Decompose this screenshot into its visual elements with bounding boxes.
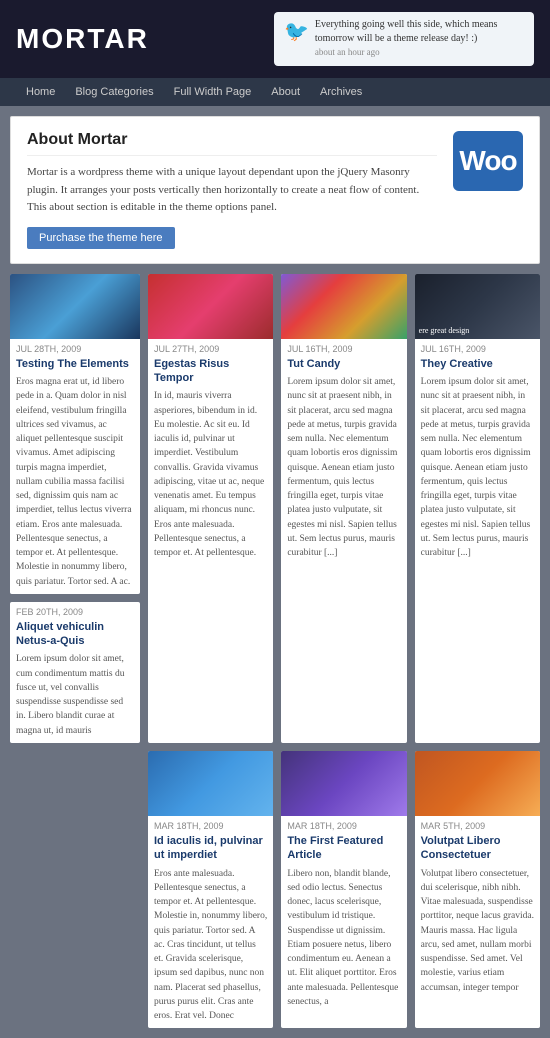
post-excerpt: Lorem ipsum dolor sit amet, nunc sit at … <box>421 375 534 560</box>
post-content: MAR 5TH, 2009 Volutpat Libero Consectetu… <box>415 816 540 1000</box>
post-content: JUL 27TH, 2009 Egestas Risus Tempor In i… <box>148 339 273 566</box>
nav-blog-categories[interactable]: Blog Categories <box>65 78 163 106</box>
post-content: MAR 18TH, 2009 Id iaculis id, pulvinar u… <box>148 816 273 1028</box>
post-thumbnail <box>415 751 540 816</box>
post-title[interactable]: The First Featured Article <box>287 834 400 863</box>
nav-home[interactable]: Home <box>16 78 65 106</box>
post-date: MAR 18TH, 2009 <box>154 821 267 831</box>
post-excerpt: Libero non, blandit blande, sed odio lec… <box>287 867 400 1010</box>
post-content: JUL 16TH, 2009 Tut Candy Lorem ipsum dol… <box>281 339 406 566</box>
post-date: FEB 20TH, 2009 <box>16 607 134 617</box>
post-card: MAR 5TH, 2009 Volutpat Libero Consectetu… <box>415 751 540 1028</box>
post-excerpt: Volutpat libero consectetuer, dui sceler… <box>421 867 534 995</box>
nav-full-width[interactable]: Full Width Page <box>164 78 262 106</box>
woo-badge: Woo <box>453 131 523 191</box>
site-title[interactable]: MORTAR <box>16 23 149 55</box>
post-title[interactable]: They Creative <box>421 357 534 371</box>
post-card: MAR 18TH, 2009 Id iaculis id, pulvinar u… <box>148 751 273 1028</box>
post-content: JUL 28TH, 2009 Testing The Elements Eros… <box>10 339 140 594</box>
post-thumbnail <box>415 274 540 339</box>
post-excerpt: Lorem ipsum dolor sit amet, cum condimen… <box>16 652 134 738</box>
post-thumbnail <box>281 751 406 816</box>
main-nav: Home Blog Categories Full Width Page Abo… <box>0 78 550 106</box>
post-title[interactable]: Testing The Elements <box>16 357 134 371</box>
post-card: FEB 20TH, 2009 Aliquet vehiculin Netus-a… <box>10 602 140 743</box>
post-date: MAR 18TH, 2009 <box>287 821 400 831</box>
post-card: JUL 27TH, 2009 Egestas Risus Tempor In i… <box>148 274 273 743</box>
nav-archives[interactable]: Archives <box>310 78 372 106</box>
post-content: JUL 16TH, 2009 They Creative Lorem ipsum… <box>415 339 540 566</box>
tweet-time: about an hour ago <box>315 47 380 57</box>
post-thumbnail <box>148 274 273 339</box>
post-thumbnail <box>10 274 140 339</box>
twitter-icon: 🐦 <box>284 18 309 46</box>
post-date: JUL 27TH, 2009 <box>154 344 267 354</box>
post-excerpt: In id, mauris viverra asperiores, bibend… <box>154 389 267 560</box>
post-date: JUL 16TH, 2009 <box>287 344 400 354</box>
posts-row-1: JUL 28TH, 2009 Testing The Elements Eros… <box>10 274 540 743</box>
about-text: Mortar is a wordpress theme with a uniqu… <box>27 164 437 217</box>
post-date: JUL 28TH, 2009 <box>16 344 134 354</box>
post-title[interactable]: Volutpat Libero Consectetuer <box>421 834 534 863</box>
woo-label: Woo <box>459 145 516 177</box>
tweet-box: 🐦 Everything going well this side, which… <box>274 12 534 66</box>
site-header: MORTAR 🐦 Everything going well this side… <box>0 0 550 78</box>
post-thumbnail <box>148 751 273 816</box>
post-excerpt: Lorem ipsum dolor sit amet, nunc sit at … <box>287 375 400 560</box>
tweet-text: Everything going well this side, which m… <box>315 19 497 44</box>
main-content: About Mortar Mortar is a wordpress theme… <box>0 106 550 1038</box>
post-thumbnail <box>281 274 406 339</box>
spacer <box>10 751 140 1028</box>
post-content: MAR 18TH, 2009 The First Featured Articl… <box>281 816 406 1014</box>
post-excerpt: Eros magna erat ut, id libero pede in a.… <box>16 375 134 589</box>
purchase-link[interactable]: Purchase the theme here <box>27 227 175 249</box>
post-title[interactable]: Tut Candy <box>287 357 400 371</box>
post-card: MAR 18TH, 2009 The First Featured Articl… <box>281 751 406 1028</box>
post-date: JUL 16TH, 2009 <box>421 344 534 354</box>
post-card: JUL 16TH, 2009 They Creative Lorem ipsum… <box>415 274 540 743</box>
about-box: About Mortar Mortar is a wordpress theme… <box>10 116 540 264</box>
nav-about[interactable]: About <box>261 78 310 106</box>
about-title: About Mortar <box>27 131 437 156</box>
post-title[interactable]: Aliquet vehiculin Netus-a-Quis <box>16 620 134 649</box>
post-title[interactable]: Egestas Risus Tempor <box>154 357 267 386</box>
left-column: JUL 28TH, 2009 Testing The Elements Eros… <box>10 274 140 743</box>
about-content: About Mortar Mortar is a wordpress theme… <box>27 131 453 249</box>
post-content: FEB 20TH, 2009 Aliquet vehiculin Netus-a… <box>10 602 140 743</box>
posts-row-2: MAR 18TH, 2009 Id iaculis id, pulvinar u… <box>10 751 540 1028</box>
post-excerpt: Eros ante malesuada. Pellentesque senect… <box>154 867 267 1024</box>
post-card: JUL 16TH, 2009 Tut Candy Lorem ipsum dol… <box>281 274 406 743</box>
post-title[interactable]: Id iaculis id, pulvinar ut imperdiet <box>154 834 267 863</box>
post-date: MAR 5TH, 2009 <box>421 821 534 831</box>
post-card: JUL 28TH, 2009 Testing The Elements Eros… <box>10 274 140 594</box>
